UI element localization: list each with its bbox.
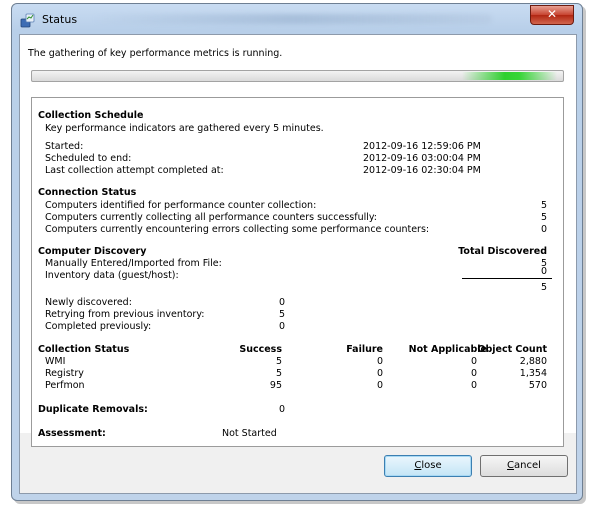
assessment-value: Not Started [222, 428, 277, 439]
collecting-label: Computers currently collecting all perfo… [45, 212, 378, 223]
cancel-button[interactable]: Cancel [480, 455, 568, 477]
app-icon [20, 13, 35, 28]
close-button[interactable]: Close [384, 455, 472, 477]
row-failure: 0 [376, 356, 383, 367]
sum-divider [462, 278, 552, 279]
row-object-count: 2,880 [519, 356, 547, 367]
started-value: 2012-09-16 12:59:06 PM [363, 141, 481, 152]
col-not-applicable-header: Not Applicable [408, 344, 487, 355]
title-bar-blur [92, 14, 492, 24]
duplicate-removals-value: 0 [279, 404, 286, 415]
close-icon: ✕ [546, 7, 558, 21]
completed-previously-label: Completed previously: [45, 321, 152, 332]
row-success: 5 [275, 356, 282, 367]
row-name: Registry [45, 368, 84, 379]
retrying-label: Retrying from previous inventory: [45, 309, 205, 320]
collecting-value: 5 [540, 212, 547, 223]
collection-schedule-description: Key performance indicators are gathered … [45, 123, 324, 134]
connection-status-heading: Connection Status [38, 187, 137, 198]
row-failure: 0 [376, 368, 383, 379]
collection-schedule-heading: Collection Schedule [38, 110, 144, 121]
identified-value: 5 [540, 200, 547, 211]
close-window-button[interactable]: ✕ [530, 5, 574, 25]
row-not-applicable: 0 [470, 380, 477, 391]
errors-label: Computers currently encountering errors … [45, 224, 430, 235]
row-name: Perfmon [45, 380, 85, 391]
duplicate-removals-label: Duplicate Removals: [38, 404, 148, 415]
details-panel[interactable]: Collection Schedule Key performance indi… [31, 97, 564, 447]
newly-discovered-label: Newly discovered: [45, 297, 132, 308]
col-object-count-header: Object Count [477, 344, 547, 355]
last-attempt-value: 2012-09-16 02:30:04 PM [363, 165, 481, 176]
progress-bar [31, 70, 564, 82]
manually-entered-label: Manually Entered/Imported from File: [45, 258, 222, 269]
window-title: Status [42, 13, 78, 26]
errors-value: 0 [540, 224, 547, 235]
total-discovered-value: 5 [540, 282, 547, 293]
row-success: 5 [275, 368, 282, 379]
inventory-label: Inventory data (guest/host): [45, 270, 179, 281]
row-success: 95 [269, 380, 282, 391]
cancel-accelerator: C [507, 460, 515, 471]
inventory-value: 0 [540, 266, 547, 277]
title-bar[interactable]: Status ✕ [12, 4, 582, 34]
progress-indicator [462, 72, 557, 80]
retrying-value: 5 [279, 309, 286, 320]
row-failure: 0 [376, 380, 383, 391]
cancel-button-label: ancel [514, 460, 541, 471]
col-failure-header: Failure [346, 344, 383, 355]
started-label: Started: [45, 141, 84, 152]
computer-discovery-heading: Computer Discovery [38, 246, 147, 257]
row-object-count: 1,354 [519, 368, 547, 379]
dialog-content: The gathering of key performance metrics… [19, 34, 577, 494]
scheduled-end-value: 2012-09-16 03:00:04 PM [363, 153, 481, 164]
close-button-label: lose [421, 460, 442, 471]
col-success-header: Success [239, 344, 282, 355]
last-attempt-label: Last collection attempt completed at: [45, 165, 224, 176]
completed-previously-value: 0 [279, 321, 286, 332]
row-name: WMI [45, 356, 66, 367]
assessment-label: Assessment: [38, 428, 106, 439]
status-dialog: Status ✕ The gathering of key performanc… [11, 3, 583, 501]
row-not-applicable: 0 [470, 368, 477, 379]
row-object-count: 570 [528, 380, 547, 391]
total-discovered-header: Total Discovered [458, 246, 547, 257]
row-not-applicable: 0 [470, 356, 477, 367]
scheduled-end-label: Scheduled to end: [45, 153, 132, 164]
identified-label: Computers identified for performance cou… [45, 200, 317, 211]
newly-discovered-value: 0 [279, 297, 286, 308]
collection-status-heading: Collection Status [38, 344, 130, 355]
status-message: The gathering of key performance metrics… [28, 48, 283, 59]
